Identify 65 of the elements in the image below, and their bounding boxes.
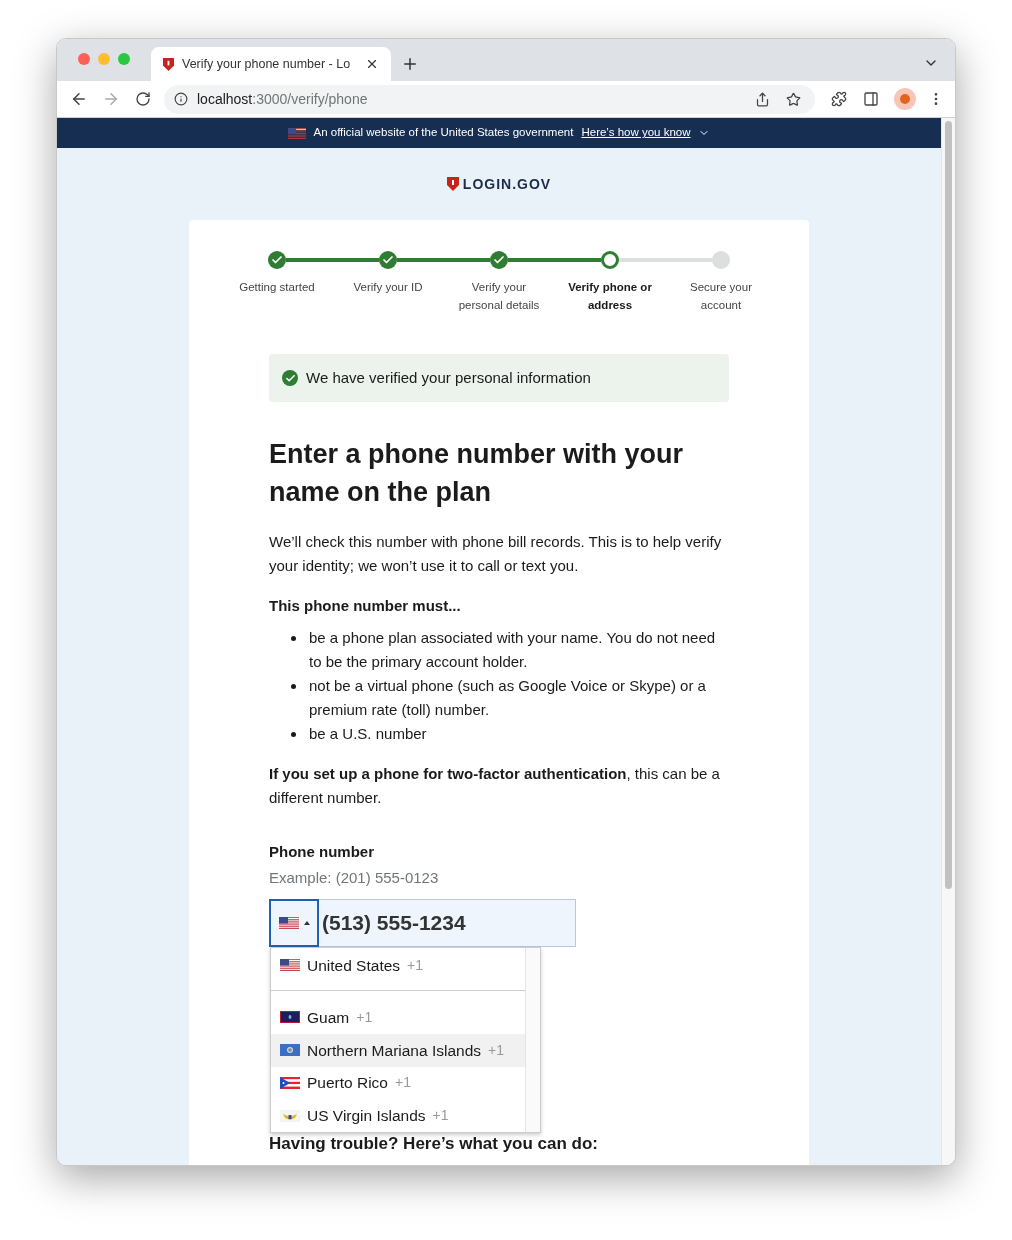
- dial-code: +1: [432, 1106, 449, 1126]
- dial-code: +1: [356, 1008, 373, 1027]
- flag-icon: [280, 1011, 300, 1024]
- side-panel-icon[interactable]: [863, 91, 879, 107]
- flag-icon: [280, 1076, 300, 1089]
- step-label: Verify your ID: [352, 280, 424, 295]
- dial-code: +1: [407, 955, 424, 975]
- caret-icon: [303, 921, 310, 925]
- intro-paragraph: We’ll check this number with phone bill records. This is to help verify your identity; we won’t use it to call or text you.: [269, 532, 723, 576]
- flag-icon: [278, 917, 299, 929]
- new-tab-icon[interactable]: [401, 55, 419, 73]
- phone-value: (513) 555-1234: [322, 910, 466, 937]
- profile-avatar[interactable]: [894, 88, 916, 110]
- phone-input[interactable]: (513) 555-1234: [269, 899, 576, 947]
- country-name: Puerto Rico: [307, 1073, 388, 1094]
- logo-text: LOGIN.GOV: [462, 174, 552, 194]
- info-icon: [174, 92, 188, 106]
- dial-code: +1: [395, 1073, 411, 1093]
- page-scrollbar[interactable]: [941, 118, 955, 1165]
- country-name: United States: [307, 955, 401, 976]
- alert-text: We have verified your personal information: [306, 367, 591, 388]
- share-icon[interactable]: [755, 91, 770, 107]
- banner-text: An official website of the United States government: [313, 125, 574, 141]
- step-label: Verify phone or address: [567, 280, 653, 313]
- how-you-know-link[interactable]: Here’s how you know: [581, 124, 691, 142]
- step-label: Secure your account: [689, 280, 753, 313]
- field-hint: Example: (201) 555-0123: [269, 868, 440, 888]
- logo-shield-icon: [446, 177, 459, 191]
- requirement-text: not be a virtual phone (such as Google Voice or Skype) or a premium rate (toll) number.: [309, 676, 707, 720]
- country-option[interactable]: United States +1: [271, 949, 525, 982]
- tab-title: Verify your phone number - Lo: [182, 55, 352, 73]
- reload-icon[interactable]: [135, 91, 151, 107]
- country-name: US Virgin Islands: [307, 1106, 426, 1126]
- address-bar[interactable]: localhost:3000/verify/phone: [164, 84, 815, 114]
- country-option[interactable]: Guam +1: [271, 1001, 525, 1034]
- note-paragraph: If you set up a phone for two-factor authentication, this can be a different number.: [269, 764, 721, 808]
- country-option[interactable]: Northern Mariana Islands +1: [271, 1033, 525, 1067]
- dropdown-scrollbar[interactable]: [525, 948, 540, 1132]
- requirements-title: This phone number must...: [269, 596, 462, 616]
- flag-icon: [280, 1109, 300, 1122]
- bullet-icon: [291, 731, 296, 737]
- requirement-text: be a phone plan associated with your name. You do not need to be the primary account holder.: [309, 628, 717, 672]
- extensions-icon[interactable]: [831, 91, 847, 107]
- trouble-heading: Having trouble? Here’s what you can do:: [269, 1133, 600, 1155]
- field-label: Phone number: [269, 842, 375, 862]
- flag-icon: [280, 1044, 300, 1057]
- bullet-icon: [291, 683, 296, 689]
- shield-icon: [163, 57, 174, 71]
- dial-code: +1: [488, 1040, 504, 1060]
- bullet-icon: [291, 635, 296, 641]
- flag-icon: [280, 959, 300, 972]
- step-label: Getting started: [238, 280, 316, 295]
- bookmark-icon[interactable]: [786, 91, 801, 107]
- country-name: Northern Mariana Islands: [307, 1040, 482, 1061]
- page-heading: Enter a phone number with your name on the plan: [269, 438, 685, 509]
- requirement-text: be a U.S. number: [309, 724, 427, 744]
- flag-icon: [288, 127, 307, 139]
- country-option[interactable]: US Virgin Islands +1: [271, 1099, 525, 1132]
- url-text: localhost:3000/verify/phone: [197, 89, 368, 109]
- step-label: Verify your personal details: [457, 280, 541, 313]
- country-name: Guam: [307, 1007, 350, 1028]
- browser-tab[interactable]: Verify your phone number - Lo: [151, 47, 391, 81]
- back-icon[interactable]: [70, 90, 88, 108]
- country-option[interactable]: Puerto Rico +1: [271, 1066, 525, 1100]
- close-tab-icon[interactable]: [365, 57, 379, 71]
